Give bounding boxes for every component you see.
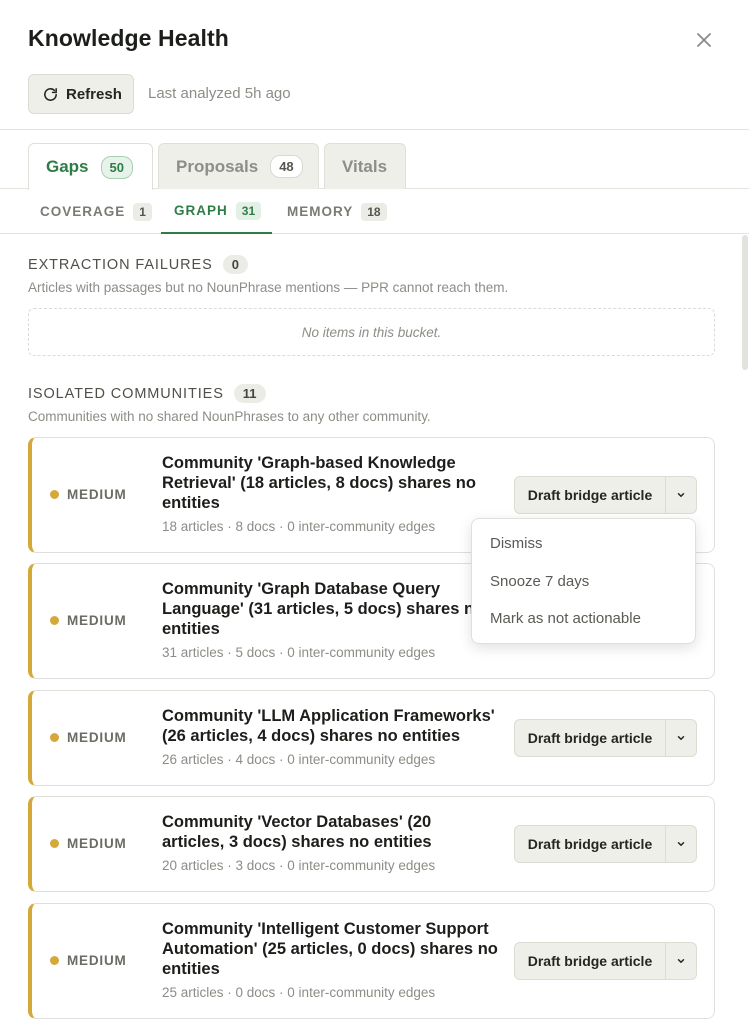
tab-label: Gaps [46, 157, 89, 176]
section-count-badge: 11 [233, 384, 266, 403]
gap-card-title: Community 'Graph Database Query Language… [162, 580, 485, 638]
severity-label: MEDIUM [67, 836, 127, 851]
subtab-label: COVERAGE [40, 204, 126, 219]
section-title-isolated: ISOLATED COMMUNITIES 11 [28, 384, 266, 403]
subtab-memory[interactable]: MEMORY 18 [287, 189, 387, 234]
main-tabs: Gaps 50 Proposals 48 Vitals [0, 130, 749, 190]
section-title-text: ISOLATED COMMUNITIES [28, 385, 224, 402]
draft-bridge-article-button[interactable]: Draft bridge article [514, 825, 666, 863]
subtab-count-badge: 31 [235, 201, 262, 220]
chevron-down-icon[interactable] [666, 719, 697, 757]
subtab-coverage[interactable]: COVERAGE 1 [40, 189, 152, 234]
refresh-button[interactable]: Refresh [28, 74, 134, 114]
draft-bridge-article-button[interactable]: Draft bridge article [514, 476, 666, 514]
empty-bucket-box: No items in this bucket. [28, 308, 715, 356]
gap-card-meta: 31 articles · 5 docs · 0 inter-community… [162, 645, 436, 660]
severity-badge: MEDIUM [50, 487, 127, 502]
subtab-label: GRAPH [174, 203, 228, 218]
gap-card-title: Community 'Intelligent Customer Support … [162, 920, 498, 978]
tab-count-badge: 48 [270, 155, 303, 178]
menu-item-snooze[interactable]: Snooze 7 days [472, 563, 695, 601]
chevron-down-icon[interactable] [666, 476, 697, 514]
gap-card-meta: 25 articles · 0 docs · 0 inter-community… [162, 985, 436, 1000]
menu-item-not-actionable[interactable]: Mark as not actionable [472, 600, 695, 638]
gap-card: MEDIUM Community 'Vector Databases' (20 … [28, 796, 715, 892]
panel-header: Knowledge Health Refresh Last analyzed 5… [0, 0, 749, 130]
split-action-button: Draft bridge article [514, 476, 697, 514]
severity-dot-icon [50, 490, 59, 499]
gap-card: MEDIUM Community 'LLM Application Framew… [28, 690, 715, 786]
split-action-button: Draft bridge article [514, 825, 697, 863]
refresh-label: Refresh [66, 85, 122, 103]
severity-dot-icon [50, 956, 59, 965]
section-title-extraction: EXTRACTION FAILURES 0 [28, 255, 248, 274]
severity-badge: MEDIUM [50, 613, 127, 628]
chevron-down-icon[interactable] [666, 825, 697, 863]
severity-dot-icon [50, 733, 59, 742]
section-count-badge: 0 [222, 255, 248, 274]
severity-badge: MEDIUM [50, 953, 127, 968]
severity-label: MEDIUM [67, 953, 127, 968]
split-action-button: Draft bridge article [514, 942, 697, 980]
refresh-icon [42, 86, 59, 103]
subtab-count-badge: 18 [361, 202, 387, 221]
tab-vitals[interactable]: Vitals [324, 143, 406, 189]
gap-card-title: Community 'Vector Databases' (20 article… [162, 813, 432, 851]
subtab-label: MEMORY [287, 204, 354, 219]
action-dropdown-menu: Dismiss Snooze 7 days Mark as not action… [471, 518, 696, 644]
tab-gaps[interactable]: Gaps 50 [28, 143, 153, 190]
gap-card: MEDIUM Community 'Intelligent Customer S… [28, 903, 715, 1019]
panel-title: Knowledge Health [28, 25, 229, 51]
gap-card-meta: 18 articles · 8 docs · 0 inter-community… [162, 519, 436, 534]
close-icon[interactable] [692, 28, 716, 52]
gap-card-title: Community 'LLM Application Frameworks' (… [162, 707, 495, 745]
draft-bridge-article-button[interactable]: Draft bridge article [514, 719, 666, 757]
severity-label: MEDIUM [67, 613, 127, 628]
chevron-down-icon[interactable] [666, 942, 697, 980]
section-title-text: EXTRACTION FAILURES [28, 256, 213, 273]
gap-card-meta: 26 articles · 4 docs · 0 inter-community… [162, 752, 436, 767]
severity-label: MEDIUM [67, 487, 127, 502]
menu-item-dismiss[interactable]: Dismiss [472, 525, 695, 563]
tab-label: Proposals [176, 156, 259, 176]
subtab-graph[interactable]: GRAPH 31 [161, 189, 272, 234]
severity-dot-icon [50, 616, 59, 625]
draft-bridge-article-button[interactable]: Draft bridge article [514, 942, 666, 980]
empty-bucket-text: No items in this bucket. [301, 324, 442, 340]
section-description: Articles with passages but no NounPhrase… [28, 280, 509, 295]
severity-badge: MEDIUM [50, 730, 127, 745]
subtab-count-badge: 1 [133, 202, 152, 221]
gap-card-meta: 20 articles · 3 docs · 0 inter-community… [162, 858, 436, 873]
tab-proposals[interactable]: Proposals 48 [158, 143, 319, 189]
section-description: Communities with no shared NounPhrases t… [28, 409, 431, 424]
last-analyzed-text: Last analyzed 5h ago [148, 85, 291, 102]
sub-tabs: COVERAGE 1 GRAPH 31 MEMORY 18 [0, 189, 749, 234]
scrollbar-thumb[interactable] [742, 235, 748, 370]
severity-dot-icon [50, 839, 59, 848]
tab-count-badge: 50 [100, 155, 133, 179]
tab-label: Vitals [342, 156, 388, 176]
gap-card-title: Community 'Graph-based Knowledge Retriev… [162, 454, 476, 512]
severity-label: MEDIUM [67, 730, 127, 745]
severity-badge: MEDIUM [50, 836, 127, 851]
split-action-button: Draft bridge article [514, 719, 697, 757]
